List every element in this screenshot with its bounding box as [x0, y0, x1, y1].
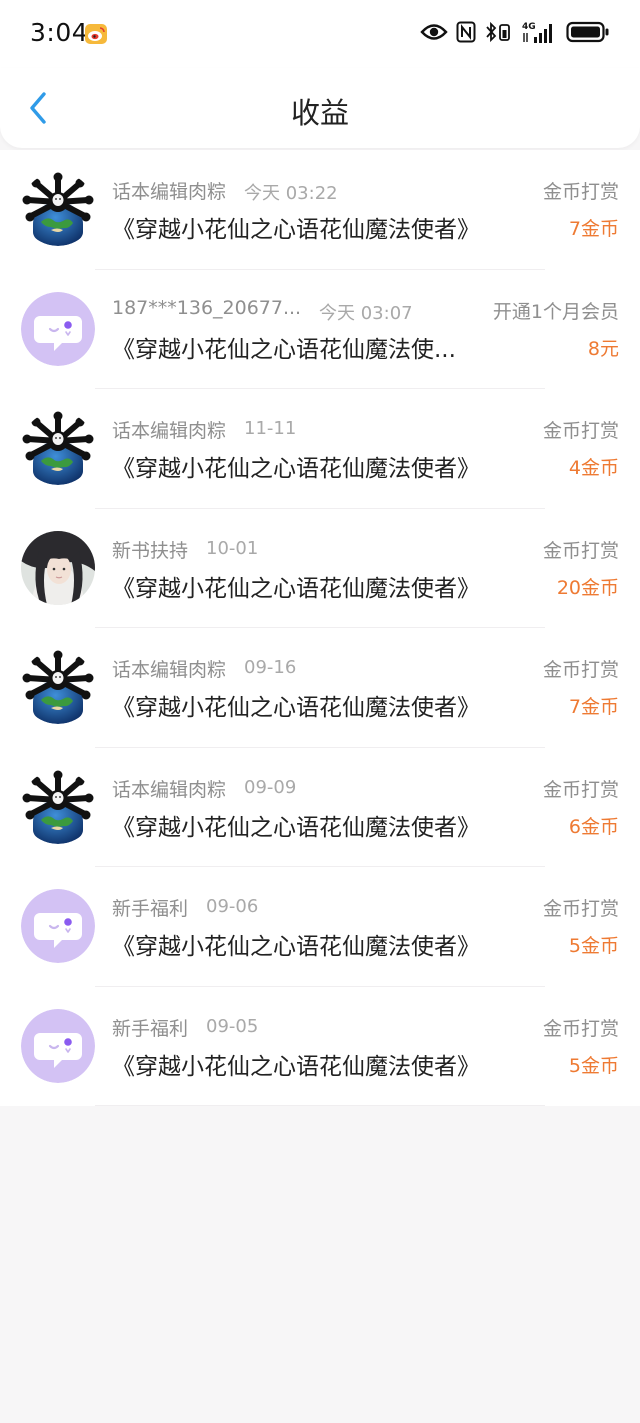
record-time: 11-11	[244, 418, 297, 439]
cartoon-avatar[interactable]	[21, 650, 95, 724]
earning-row[interactable]: 话本编辑肉粽 09-09 金币打赏《穿越小花仙之心语花仙魔法使者》 6金币	[0, 748, 640, 867]
default-chat-avatar[interactable]	[21, 291, 95, 366]
earning-row[interactable]: 新手福利 09-06 金币打赏《穿越小花仙之心语花仙魔法使者》 5金币	[0, 867, 640, 987]
network-type-label: 4G	[522, 22, 536, 32]
row-divider	[95, 1105, 545, 1106]
earning-row[interactable]: 话本编辑肉粽 今天 03:22 金币打赏《穿越小花仙之心语花仙魔法使者》 7金币	[0, 150, 640, 270]
default-chat-avatar-image	[21, 889, 95, 963]
sender-name: 新书扶持	[112, 539, 189, 562]
earning-type: 开通1个月会员	[492, 300, 619, 323]
cartoon-avatar-image	[21, 650, 95, 724]
book-title: 《穿越小花仙之心语花仙魔法使者》	[112, 934, 480, 960]
earning-amount: 7金币	[568, 696, 619, 718]
sender-name: 话本编辑肉粽	[112, 181, 227, 203]
earning-type: 金币打赏	[542, 898, 619, 920]
cartoon-avatar[interactable]	[21, 172, 95, 246]
earning-row[interactable]: 话本编辑肉粽 11-11 金币打赏《穿越小花仙之心语花仙魔法使者》 4金币	[0, 389, 640, 509]
earning-type: 金币打赏	[542, 659, 619, 681]
top-navigation-bar: 收益	[0, 68, 640, 148]
status-time: 3:04	[30, 18, 89, 47]
record-time: 今天 03:07	[319, 302, 413, 324]
sender-name: 187***136_20677...	[112, 296, 302, 319]
default-chat-avatar[interactable]	[21, 889, 95, 963]
record-time: 09-05	[206, 1015, 259, 1037]
book-title: 《穿越小花仙之心语花仙魔法使者》	[112, 814, 480, 841]
earning-row[interactable]: 187***136_20677... 今天 03:07 开通1个月会员《穿越小花仙之…	[0, 270, 640, 389]
earning-type: 金币打赏	[542, 1017, 619, 1040]
book-title: 《穿越小花仙之心语花仙魔法使者》	[112, 695, 480, 721]
book-title: 《穿越小花仙之心语花仙魔法使者》	[112, 575, 480, 602]
earning-amount: 7金币	[568, 218, 619, 240]
earnings-list: 话本编辑肉粽 今天 03:22 金币打赏 《穿越小花仙之心语花仙魔法使者》 7金币 18…	[0, 150, 640, 1106]
cartoon-avatar[interactable]	[21, 769, 95, 844]
default-chat-avatar-image	[21, 1008, 95, 1083]
cartoon-avatar[interactable]	[21, 411, 95, 485]
sender-name: 新手福利	[112, 898, 189, 920]
record-time: 今天 03:22	[244, 183, 338, 204]
sender-name: 话本编辑肉粽	[112, 778, 227, 801]
weibo-notification-icon	[85, 24, 107, 44]
book-title: 《穿越小花仙之心语花仙魔法使者》	[112, 456, 480, 482]
record-time: 10-01	[206, 537, 259, 559]
cartoon-avatar-image	[21, 411, 95, 485]
earning-amount: 8元	[587, 337, 619, 360]
earning-amount: 20金币	[556, 576, 619, 599]
earning-amount: 6金币	[568, 815, 619, 838]
signal-icon: 4G	[520, 20, 558, 48]
book-title: 《穿越小花仙之心语花仙魔法使...	[112, 336, 456, 363]
record-time: 09-09	[244, 776, 297, 798]
earning-type: 金币打赏	[542, 539, 619, 562]
earning-type: 金币打赏	[542, 420, 619, 442]
earning-type: 金币打赏	[542, 181, 619, 203]
record-time: 09-06	[206, 896, 259, 917]
default-chat-avatar-image	[21, 291, 95, 366]
eye-icon	[420, 23, 448, 45]
earning-row[interactable]: 新书扶持 10-01 金币打赏《穿越小花仙之心语花仙魔法使者》 20金币	[0, 509, 640, 628]
book-title: 《穿越小花仙之心语花仙魔法使者》	[112, 1053, 480, 1080]
earning-amount: 5金币	[568, 935, 619, 957]
sender-name: 新手福利	[112, 1017, 189, 1040]
bluetooth-battery-icon	[484, 21, 512, 47]
cartoon-avatar-image	[21, 769, 95, 844]
battery-icon	[566, 21, 610, 47]
earning-type: 金币打赏	[542, 778, 619, 801]
earning-amount: 4金币	[568, 457, 619, 479]
book-title: 《穿越小花仙之心语花仙魔法使者》	[112, 217, 480, 243]
status-icons: 4G	[420, 18, 610, 50]
sender-name: 话本编辑肉粽	[112, 420, 227, 442]
nfc-icon	[456, 21, 476, 47]
page-title: 收益	[290, 96, 349, 130]
portrait-avatar[interactable]	[21, 530, 95, 605]
earning-row[interactable]: 新手福利 09-05 金币打赏《穿越小花仙之心语花仙魔法使者》 5金币	[0, 987, 640, 1106]
portrait-avatar-image	[21, 530, 95, 605]
sender-name: 话本编辑肉粽	[112, 659, 227, 681]
default-chat-avatar[interactable]	[21, 1008, 95, 1083]
cartoon-avatar-image	[21, 172, 95, 246]
status-bar: 3:04 4G	[0, 0, 640, 68]
earning-row[interactable]: 话本编辑肉粽 09-16 金币打赏《穿越小花仙之心语花仙魔法使者》 7金币	[0, 628, 640, 748]
earning-amount: 5金币	[568, 1054, 619, 1077]
record-time: 09-16	[244, 657, 297, 678]
